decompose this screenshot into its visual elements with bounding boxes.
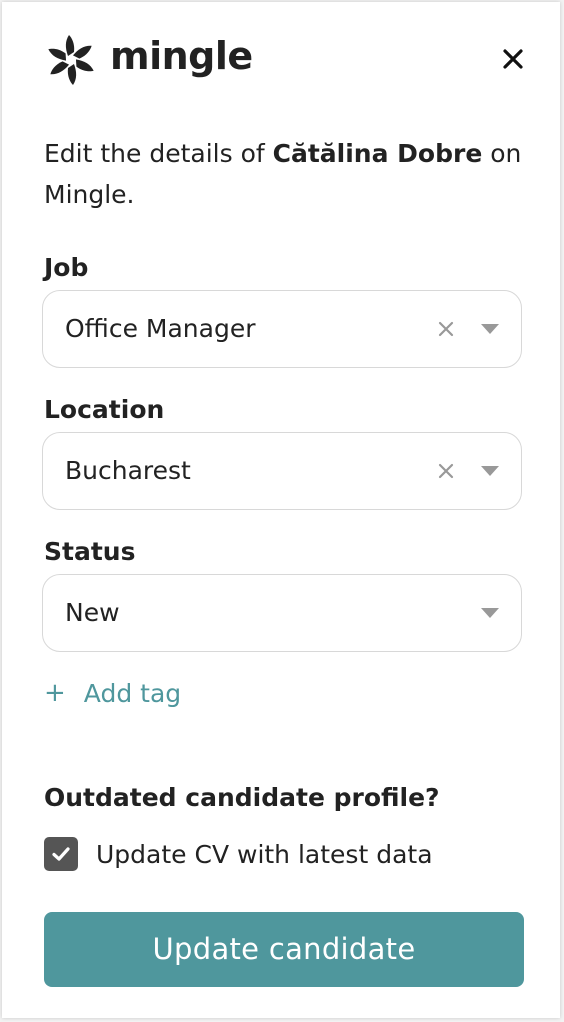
mingle-logo: mingle xyxy=(44,33,253,87)
clear-location-icon[interactable] xyxy=(437,462,455,480)
outdated-profile-heading: Outdated candidate profile? xyxy=(44,783,440,812)
status-select[interactable]: New xyxy=(42,574,522,652)
candidate-name: Cătălina Dobre xyxy=(272,139,483,168)
job-select[interactable]: Office Manager xyxy=(42,290,522,368)
job-label: Job xyxy=(44,253,89,282)
mingle-pinwheel-logo-icon xyxy=(48,35,94,85)
update-candidate-button[interactable]: Update candidate xyxy=(44,912,524,987)
close-button[interactable] xyxy=(498,44,528,74)
chevron-down-icon[interactable] xyxy=(481,466,499,476)
update-cv-label: Update CV with latest data xyxy=(96,839,433,869)
chevron-down-icon[interactable] xyxy=(481,608,499,618)
plus-icon: + xyxy=(44,678,66,708)
location-label: Location xyxy=(44,395,165,424)
location-select[interactable]: Bucharest xyxy=(42,432,522,510)
add-tag-label: Add tag xyxy=(83,678,182,708)
clear-job-icon[interactable] xyxy=(437,320,455,338)
status-value: New xyxy=(65,598,120,627)
update-cv-option[interactable]: Update CV with latest data xyxy=(44,837,433,871)
intro-prefix: Edit the details of xyxy=(44,139,273,168)
brand-name: mingle xyxy=(110,34,253,78)
chevron-down-icon[interactable] xyxy=(481,324,499,334)
edit-candidate-panel: mingle Edit the details of Cătălina Dobr… xyxy=(2,2,560,1018)
close-icon xyxy=(503,49,523,69)
location-value: Bucharest xyxy=(65,456,191,485)
add-tag-button[interactable]: + Add tag xyxy=(44,678,181,708)
intro-text: Edit the details of Cătălina Dobre on Mi… xyxy=(44,133,534,215)
update-cv-checkbox[interactable] xyxy=(44,837,78,871)
job-value: Office Manager xyxy=(65,314,256,343)
status-label: Status xyxy=(44,537,136,566)
checkmark-icon xyxy=(52,847,70,861)
